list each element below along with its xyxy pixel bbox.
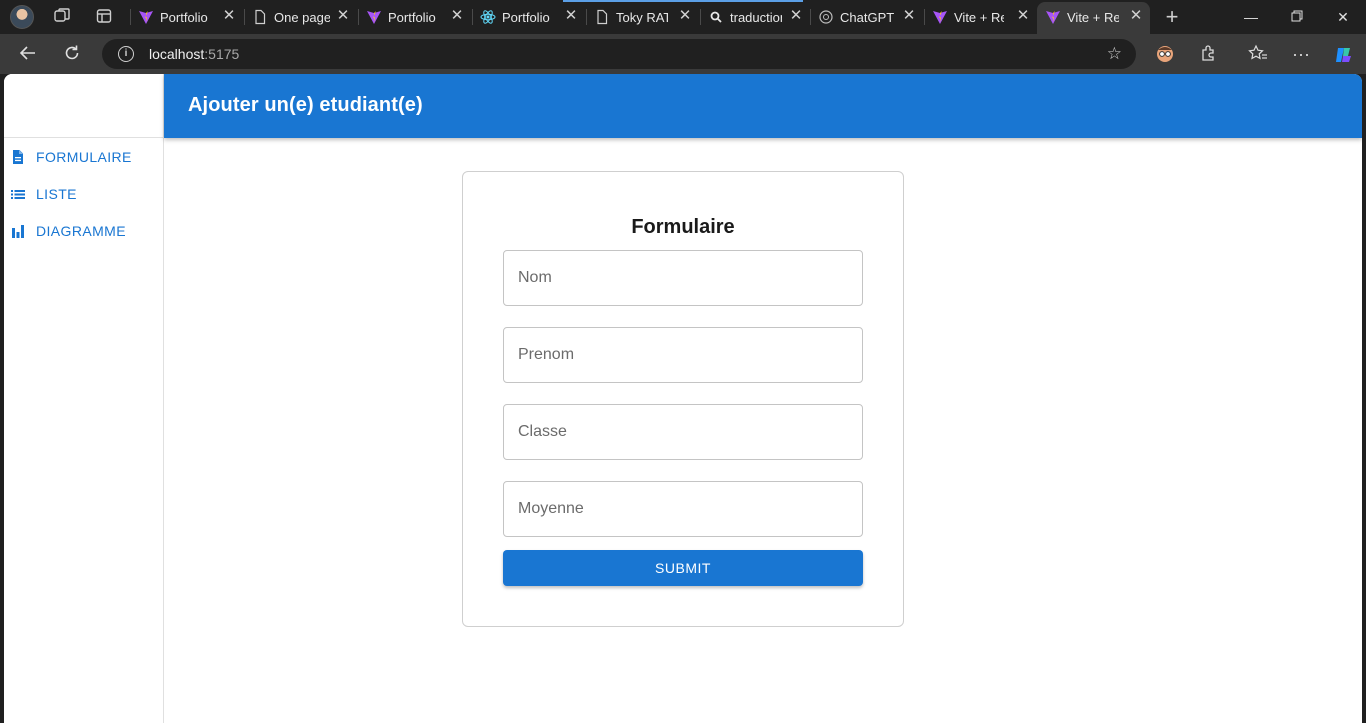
chatgpt-icon [819, 10, 833, 24]
window-close-icon[interactable]: ✕ [1334, 8, 1352, 26]
browser-tab[interactable]: One page ✕ [244, 0, 357, 34]
close-icon[interactable]: ✕ [335, 8, 351, 24]
sidebar-item-label: DIAGRAMME [36, 222, 126, 239]
sidebar-item-formulaire[interactable]: FORMULAIRE [4, 138, 163, 175]
sidebar-item-diagramme[interactable]: DIAGRAMME [4, 212, 163, 249]
profile-avatar-icon[interactable] [10, 5, 34, 29]
tab-separator [810, 9, 811, 25]
web-page: FORMULAIRE LISTE DIAGRAMME Ajouter un(e)… [4, 74, 1362, 723]
tab-title: traduction [730, 10, 782, 25]
tab-title: Portfolio | [502, 10, 552, 25]
favorites-icon[interactable] [1248, 44, 1268, 64]
favorite-star-icon[interactable]: ☆ [1107, 44, 1122, 64]
close-icon[interactable]: ✕ [449, 8, 465, 24]
site-info-icon[interactable]: i [118, 46, 134, 62]
page-title: Ajouter un(e) etudiant(e) [188, 94, 423, 116]
close-icon[interactable]: ✕ [221, 8, 237, 24]
browser-tab-active[interactable]: Vite + Rea ✕ [1037, 2, 1150, 34]
tab-title: Toky RATO [616, 10, 668, 25]
browser-tab[interactable]: Portfolio | ✕ [472, 0, 585, 34]
search-icon [710, 11, 722, 23]
extension-avatar-icon[interactable] [1155, 44, 1175, 64]
tab-title: Vite + Rea [954, 10, 1004, 25]
restore-icon[interactable] [1288, 8, 1306, 26]
sidebar-item-label: FORMULAIRE [36, 148, 132, 165]
tab-title: One page [274, 10, 330, 25]
tab-separator [924, 9, 925, 25]
browser-tab[interactable]: Portfolio | ✕ [130, 0, 243, 34]
url-host: localhost [149, 46, 205, 62]
vite-icon [933, 11, 947, 24]
browser-toolbar: i localhost:5175 ☆ ··· [0, 34, 1366, 74]
nom-input[interactable] [504, 251, 862, 305]
vite-icon [139, 11, 153, 24]
tab-separator [586, 9, 587, 25]
browser-tab[interactable]: Vite + Rea ✕ [924, 0, 1037, 34]
new-tab-icon[interactable]: + [1162, 6, 1182, 28]
url-port: :5175 [204, 46, 240, 62]
classe-field[interactable] [503, 404, 863, 460]
list-icon [11, 189, 25, 199]
close-icon[interactable]: ✕ [788, 8, 804, 24]
browser-tab[interactable]: ChatGPT ✕ [810, 0, 923, 34]
back-icon[interactable] [17, 43, 39, 65]
copilot-icon[interactable] [1333, 44, 1353, 64]
classe-input[interactable] [504, 405, 862, 459]
browser-tab[interactable]: Portfolio | ✕ [358, 0, 471, 34]
close-icon[interactable]: ✕ [1015, 8, 1031, 24]
prenom-field[interactable] [503, 327, 863, 383]
tab-title: ChatGPT [840, 10, 895, 25]
workspaces-icon[interactable] [52, 7, 72, 27]
extensions-icon[interactable] [1199, 44, 1219, 64]
submit-button[interactable]: SUBMIT [503, 550, 863, 586]
refresh-icon[interactable] [61, 43, 83, 65]
page-icon [255, 9, 266, 25]
browser-tab[interactable]: Toky RATO ✕ [586, 0, 699, 34]
minimize-icon[interactable]: — [1242, 8, 1260, 26]
close-icon[interactable]: ✕ [901, 8, 917, 24]
tab-title: Portfolio | [160, 10, 210, 25]
sidebar-item-label: LISTE [36, 185, 77, 202]
vite-icon [1046, 11, 1060, 24]
tab-separator [700, 9, 701, 25]
tab-title: Portfolio | [388, 10, 438, 25]
form-card: Formulaire SUBMIT [462, 171, 904, 627]
sidebar: FORMULAIRE LISTE DIAGRAMME [4, 74, 164, 723]
react-icon [480, 10, 496, 24]
moyenne-field[interactable] [503, 481, 863, 537]
address-bar[interactable]: i localhost:5175 ☆ [102, 39, 1136, 69]
close-icon[interactable]: ✕ [677, 8, 693, 24]
page-icon [597, 9, 608, 25]
tab-actions-icon[interactable] [94, 7, 114, 27]
tab-separator [130, 9, 131, 25]
more-options-icon[interactable]: ··· [1291, 44, 1311, 64]
address-url[interactable]: localhost:5175 [149, 46, 239, 62]
close-icon[interactable]: ✕ [1128, 8, 1144, 24]
bar-chart-icon [12, 224, 24, 238]
sidebar-header-spacer [4, 74, 163, 138]
tab-separator [472, 9, 473, 25]
form-title: Formulaire [631, 216, 735, 238]
vite-icon [367, 11, 381, 24]
browser-tab-strip: Portfolio | ✕ One page ✕ Portfolio | ✕ P… [0, 0, 1366, 34]
nom-field[interactable] [503, 250, 863, 306]
prenom-input[interactable] [504, 328, 862, 382]
tab-title: Vite + Rea [1067, 10, 1119, 25]
document-icon [13, 149, 23, 164]
close-icon[interactable]: ✕ [563, 8, 579, 24]
moyenne-input[interactable] [504, 482, 862, 536]
browser-tab[interactable]: traduction ✕ [700, 0, 810, 34]
sidebar-item-liste[interactable]: LISTE [4, 175, 163, 212]
tab-separator [244, 9, 245, 25]
tab-separator [358, 9, 359, 25]
app-bar: Ajouter un(e) etudiant(e) [164, 74, 1362, 138]
